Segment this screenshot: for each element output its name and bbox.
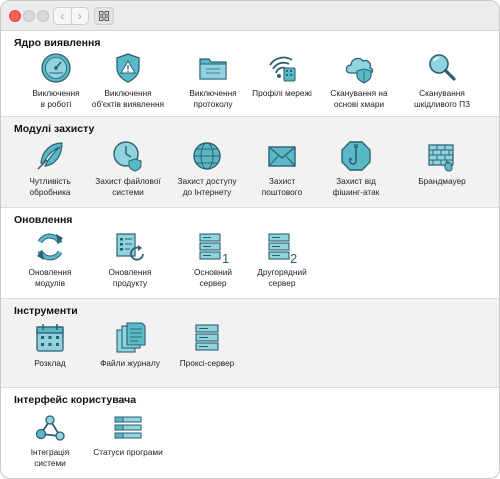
item-label: Другорядний сервер <box>257 267 307 288</box>
globe-icon <box>193 142 221 170</box>
section-title: Модулі захисту <box>14 123 95 135</box>
item-label: Проксі-сервер <box>179 358 235 368</box>
item-label: Захист доступу до Інтернету <box>177 176 237 197</box>
log-files-icon <box>116 322 146 353</box>
pref-item-system-integration[interactable]: Інтеграція системи <box>8 410 92 469</box>
item-label: Сканування шкідливого ПЗ <box>413 88 471 109</box>
pref-item-email-protection[interactable]: Захист поштового <box>240 139 324 198</box>
item-label: Захист поштового <box>261 176 303 197</box>
pref-item-module-updates[interactable]: Оновлення модулів <box>8 230 92 289</box>
section-title: Оновлення <box>14 214 73 226</box>
integration-icon <box>35 415 65 441</box>
refresh-icon <box>37 233 63 261</box>
item-label: Брандмауер <box>418 176 466 186</box>
server-badge: 2 <box>290 251 297 264</box>
item-label: Файли журналу <box>100 358 160 368</box>
item-label: Оновлення модулів <box>28 267 72 288</box>
pref-item-firewall[interactable]: Брандмауер <box>400 139 484 187</box>
pref-item-file-system-protection[interactable]: Захист файлової системи <box>86 139 170 198</box>
chevron-left-icon[interactable]: ‹ <box>54 8 71 24</box>
clock-shield-icon <box>113 141 142 172</box>
pref-item-network-profiles[interactable]: Профілі мережі <box>240 51 324 99</box>
magnifier-icon <box>429 54 456 81</box>
chevron-right-icon[interactable]: › <box>70 8 89 24</box>
fishhook-icon <box>341 141 371 171</box>
zoom-window-button[interactable] <box>37 10 49 22</box>
section-updates: Оновлення Оновлення модулів Оновлення пр… <box>1 208 499 299</box>
app-status-icon <box>114 416 142 439</box>
section-title: Ядро виявлення <box>14 37 101 49</box>
section-title: Інтерфейс користувача <box>14 394 137 406</box>
pref-item-cloud-scanning[interactable]: Сканування на основі хмари <box>317 51 401 110</box>
pref-item-log-files[interactable]: Файли журналу <box>88 321 172 369</box>
item-label: Чутливість обробника <box>29 176 71 197</box>
item-label: Захист від фішинг-атак <box>332 176 380 197</box>
pref-item-web-access-protection[interactable]: Захист доступу до Інтернету <box>165 139 249 198</box>
item-label: Статуси програми <box>93 447 163 457</box>
server-primary-icon: 1 <box>199 233 229 264</box>
pref-item-malware-scans[interactable]: Сканування шкідливого ПЗ <box>400 51 484 110</box>
network-wifi-icon <box>269 56 296 82</box>
pref-item-application-statuses[interactable]: Статуси програми <box>86 410 170 458</box>
section-detection-core: Ядро виявлення Виключення в роботі Виклю… <box>1 31 499 117</box>
feather-icon <box>37 142 63 170</box>
minimize-window-button[interactable] <box>23 10 35 22</box>
pref-item-product-updates[interactable]: Оновлення продукту <box>88 230 172 289</box>
pref-item-sensitivity[interactable]: Чутливість обробника <box>8 139 92 198</box>
item-label: Виключення об'єктів виявлення <box>91 88 165 109</box>
pref-item-detection-exclusions[interactable]: Виключення об'єктів виявлення <box>86 51 170 110</box>
section-user-interface: Інтерфейс користувача Інтеграція системи <box>1 388 499 478</box>
item-label: Оновлення продукту <box>108 267 152 288</box>
title-bar: ‹ › <box>1 1 499 31</box>
product-update-icon <box>116 233 144 261</box>
preferences-window: ‹ › Ядро виявлення Виключення в роботі В… <box>0 0 500 479</box>
item-label: Розклад <box>34 358 66 368</box>
server-secondary-icon: 2 <box>268 233 297 264</box>
grid-view-icon[interactable] <box>94 7 114 25</box>
section-tools: Інструменти Розклад Файли журналу Проксі… <box>1 299 499 388</box>
pref-item-secondary-server[interactable]: 2 Другорядний сервер <box>240 230 324 289</box>
envelope-icon <box>268 146 296 167</box>
gauge-icon <box>41 53 71 83</box>
pref-item-proxy-server[interactable]: Проксі-сервер <box>165 321 249 369</box>
pref-item-schedule[interactable]: Розклад <box>8 321 92 369</box>
item-label: Сканування на основі хмари <box>330 88 388 109</box>
item-label: Інтеграція системи <box>30 447 70 468</box>
folder-icon <box>199 58 227 80</box>
server-badge: 1 <box>222 251 229 264</box>
cloud-shield-icon <box>345 57 374 84</box>
section-title: Інструменти <box>14 305 78 317</box>
pref-item-phishing-protection[interactable]: Захист від фішинг-атак <box>314 139 398 198</box>
item-label: Захист файлової системи <box>95 176 161 197</box>
close-window-button[interactable] <box>9 10 21 22</box>
section-protections: Модулі захисту Чутливість обробника Захи… <box>1 117 499 208</box>
firewall-icon <box>428 144 454 172</box>
shield-warning-icon <box>116 53 140 83</box>
navigation-buttons: ‹ › <box>53 7 89 25</box>
proxy-server-icon <box>195 324 219 351</box>
item-label: Профілі мережі <box>252 88 312 98</box>
calendar-icon <box>36 324 64 352</box>
